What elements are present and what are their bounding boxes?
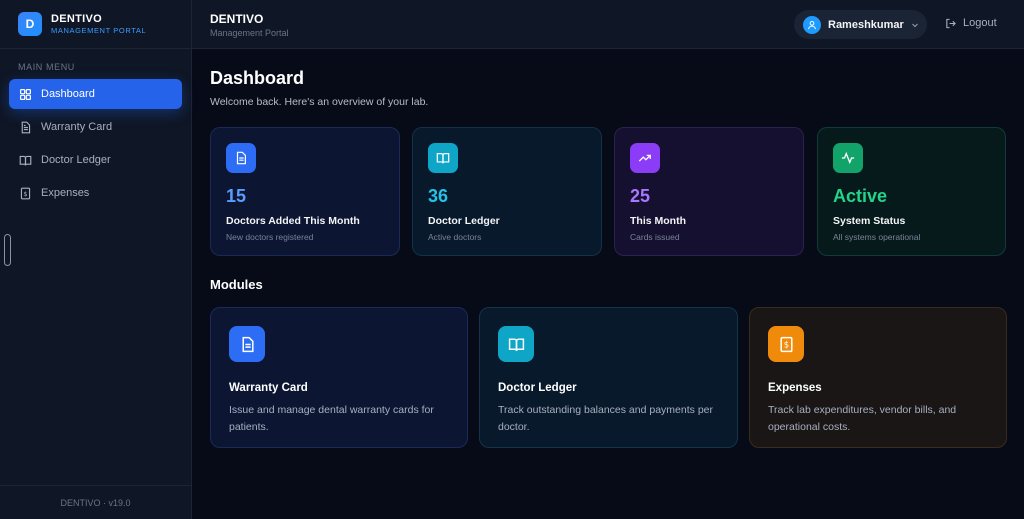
header-title: DENTIVO <box>210 12 264 26</box>
logout-button[interactable]: Logout <box>945 17 997 29</box>
document-icon <box>21 121 31 133</box>
trending-up-icon <box>630 143 660 173</box>
grid-icon <box>20 88 31 100</box>
book-icon <box>428 143 458 173</box>
brand-logo: D <box>18 12 42 36</box>
stat-card-doctor-ledger: 36 Doctor Ledger Active doctors <box>412 127 602 256</box>
stat-value: 36 <box>428 186 449 206</box>
sidebar-item-dashboard[interactable]: Dashboard <box>9 79 182 109</box>
book-icon <box>498 326 534 362</box>
logout-icon <box>946 18 956 28</box>
module-description: Issue and manage dental warranty cards f… <box>229 404 434 433</box>
stat-label: This Month <box>630 215 686 227</box>
stat-subtext: Cards issued <box>630 232 680 242</box>
receipt-icon: $ <box>768 326 804 362</box>
brand[interactable]: D DENTIVO MANAGEMENT PORTAL <box>0 0 191 49</box>
sidebar-item-warranty-card[interactable]: Warranty Card <box>9 112 182 142</box>
modules-heading: Modules <box>210 277 263 292</box>
version-footer: DENTIVO · v19.0 <box>0 485 191 519</box>
sidebar-scroll-handle[interactable] <box>4 234 11 266</box>
page-subtitle: Welcome back. Here's an overview of your… <box>210 96 429 108</box>
module-title: Expenses <box>768 382 822 394</box>
brand-name: DENTIVO <box>51 12 102 25</box>
module-card-warranty-card[interactable]: Warranty Card Issue and manage dental wa… <box>210 307 468 448</box>
user-icon <box>808 20 816 29</box>
stat-card-system-status: Active System Status All systems operati… <box>817 127 1006 256</box>
module-title: Warranty Card <box>229 382 308 394</box>
page-title: Dashboard <box>210 68 305 88</box>
receipt-icon: $ <box>20 187 31 199</box>
sidebar-item-label: Warranty Card <box>41 121 113 133</box>
user-name: Rameshkumar <box>828 18 904 31</box>
module-description: Track lab expenditures, vendor bills, an… <box>768 404 957 433</box>
sidebar-item-label: Dashboard <box>41 88 95 100</box>
sidebar-item-label: Doctor Ledger <box>41 154 111 166</box>
svg-text:$: $ <box>23 189 27 197</box>
logout-label: Logout <box>963 17 997 29</box>
activity-icon <box>833 143 863 173</box>
stat-label: System Status <box>833 215 906 227</box>
sidebar-item-expenses[interactable]: $ Expenses <box>9 178 182 208</box>
module-card-doctor-ledger[interactable]: Doctor Ledger Track outstanding balances… <box>479 307 738 448</box>
svg-text:$: $ <box>783 340 788 350</box>
module-description: Track outstanding balances and payments … <box>498 404 713 433</box>
menu-label: MAIN MENU <box>18 62 75 72</box>
sidebar-item-doctor-ledger[interactable]: Doctor Ledger <box>9 145 182 175</box>
brand-subtitle: MANAGEMENT PORTAL <box>51 25 147 35</box>
stat-value: 15 <box>226 186 247 206</box>
document-icon <box>226 143 256 173</box>
sidebar-item-label: Expenses <box>41 187 90 199</box>
stat-value: Active <box>833 186 888 206</box>
user-menu-button[interactable]: Rameshkumar <box>794 10 927 39</box>
document-icon <box>229 326 265 362</box>
module-title: Doctor Ledger <box>498 382 577 394</box>
stat-card-doctors-added: 15 Doctors Added This Month New doctors … <box>210 127 400 256</box>
stat-label: Doctors Added This Month <box>226 215 360 227</box>
avatar <box>803 15 821 34</box>
sidebar: D DENTIVO MANAGEMENT PORTAL MAIN MENU Da… <box>0 0 192 519</box>
stat-value: 25 <box>630 186 651 206</box>
stat-label: Doctor Ledger <box>428 215 500 227</box>
stat-card-this-month: 25 This Month Cards issued <box>614 127 804 256</box>
chevron-down-icon <box>911 23 918 27</box>
header-subtitle: Management Portal <box>210 28 289 38</box>
stat-subtext: All systems operational <box>833 232 921 242</box>
module-card-expenses[interactable]: $ Expenses Track lab expenditures, vendo… <box>749 307 1007 448</box>
stat-subtext: New doctors registered <box>226 232 314 242</box>
topbar: DENTIVO Management Portal Rameshkumar Lo… <box>192 0 1024 49</box>
book-icon <box>19 155 32 165</box>
stat-subtext: Active doctors <box>428 232 482 242</box>
